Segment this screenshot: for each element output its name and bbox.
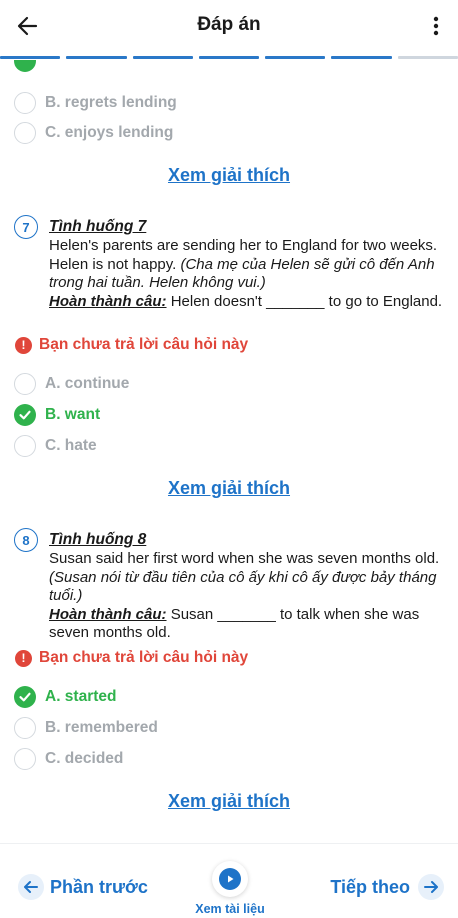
view-document-label: Xem tài liệu xyxy=(195,902,265,916)
progress-segment xyxy=(331,56,392,59)
progress-segment xyxy=(265,56,326,59)
progress-segment xyxy=(66,56,127,59)
app-header: Đáp án xyxy=(0,0,458,56)
option-label: C. enjoys lending xyxy=(45,124,174,141)
radio-icon xyxy=(14,435,36,457)
option-a-correct[interactable]: A. started xyxy=(14,686,117,708)
warning-text: Bạn chưa trả lời câu hỏi này xyxy=(39,649,249,666)
explain-link[interactable]: Xem giải thích xyxy=(0,478,458,499)
option-label: C. decided xyxy=(45,750,124,767)
prompt-lead: Hoàn thành câu: xyxy=(49,605,167,623)
question-text-vi: (Susan nói từ đầu tiên của cô ấy khi cô … xyxy=(49,568,437,605)
progress-segment xyxy=(198,56,260,59)
option-label: C. hate xyxy=(45,437,97,454)
option-label: B. regrets lending xyxy=(45,94,177,111)
progress-segment xyxy=(397,56,458,59)
previous-label: Phần trước xyxy=(50,876,148,897)
option-label: A. continue xyxy=(45,375,130,392)
question-text-en: Susan said her first word when she was s… xyxy=(49,550,440,567)
next-label: Tiếp theo xyxy=(330,876,410,897)
unanswered-warning: ! Bạn chưa trả lời câu hỏi này xyxy=(15,649,248,667)
progress-segment xyxy=(0,56,61,59)
option-b-correct[interactable]: B. want xyxy=(14,404,100,426)
option-c[interactable]: C. hate xyxy=(14,435,97,457)
answer-list[interactable]: B. regrets lending C. enjoys lending Xem… xyxy=(0,60,458,843)
check-circle-icon xyxy=(14,404,36,426)
radio-icon xyxy=(14,717,36,739)
explain-link[interactable]: Xem giải thích xyxy=(0,165,458,186)
prompt-lead: Hoàn thành câu: xyxy=(49,292,167,310)
question-body: Susan said her first word when she was s… xyxy=(49,550,444,643)
radio-icon xyxy=(14,373,36,395)
radio-icon xyxy=(14,122,36,144)
bottom-nav: Phần trước Xem tài liệu Tiếp theo xyxy=(0,843,458,918)
option-label: B. want xyxy=(45,406,101,423)
more-vertical-icon[interactable] xyxy=(430,12,442,40)
radio-icon xyxy=(14,92,36,114)
progress-segment xyxy=(132,56,193,59)
option-b[interactable]: B. remembered xyxy=(14,717,158,739)
arrow-right-icon xyxy=(418,874,444,900)
question-number-badge: 7 xyxy=(14,215,38,239)
check-circle-icon xyxy=(14,686,36,708)
check-circle-icon xyxy=(14,60,36,72)
alert-icon: ! xyxy=(15,649,32,667)
option-correct-partial[interactable] xyxy=(14,60,36,72)
arrow-left-icon xyxy=(18,874,44,900)
question-title: Tình huống 8 xyxy=(49,531,147,548)
option-c[interactable]: C. enjoys lending xyxy=(14,122,173,144)
option-label: A. started xyxy=(45,688,117,705)
question-body: Helen's parents are sending her to Engla… xyxy=(49,237,444,311)
question-number-badge: 8 xyxy=(14,528,38,552)
unanswered-warning: ! Bạn chưa trả lời câu hỏi này xyxy=(15,336,248,354)
page-title: Đáp án xyxy=(197,14,261,35)
option-c[interactable]: C. decided xyxy=(14,748,123,770)
radio-icon xyxy=(14,748,36,770)
option-a[interactable]: A. continue xyxy=(14,373,129,395)
play-icon xyxy=(212,861,248,897)
option-b[interactable]: B. regrets lending xyxy=(14,92,177,114)
question-title: Tình huống 7 xyxy=(49,218,147,235)
option-label: B. remembered xyxy=(45,719,158,736)
warning-text: Bạn chưa trả lời câu hỏi này xyxy=(39,336,249,353)
next-button[interactable]: Tiếp theo xyxy=(330,874,444,900)
previous-button[interactable]: Phần trước xyxy=(18,874,148,900)
alert-icon: ! xyxy=(15,336,32,354)
view-document-button[interactable]: Xem tài liệu xyxy=(192,861,268,916)
prompt-text: Helen doesn't _______ to go to England. xyxy=(170,292,443,310)
explain-link[interactable]: Xem giải thích xyxy=(0,791,458,812)
